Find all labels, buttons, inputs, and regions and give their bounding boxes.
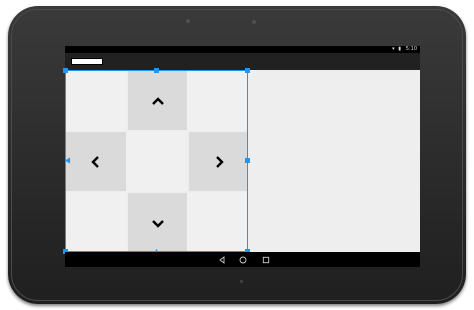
dpad-right-button[interactable] <box>189 132 248 191</box>
front-camera <box>252 20 256 24</box>
grid-cell <box>187 70 248 131</box>
recents-button[interactable] <box>260 254 271 265</box>
back-button[interactable] <box>216 254 227 265</box>
anchor-left-icon[interactable] <box>64 157 71 164</box>
resize-handle-top[interactable] <box>154 68 159 73</box>
navigation-bar <box>65 252 420 267</box>
recents-icon <box>262 256 269 263</box>
device-screen: ▾ ▮ 5:10 <box>63 46 420 267</box>
home-icon <box>239 256 246 263</box>
dpad-left-button[interactable] <box>65 132 126 191</box>
status-bar: ▾ ▮ 5:10 <box>65 46 420 53</box>
camera-dot <box>186 19 190 23</box>
status-icons: ▾ ▮ <box>392 46 402 52</box>
dpad-grid <box>65 70 248 253</box>
resize-handle-top-left[interactable] <box>63 68 68 73</box>
grid-cell <box>65 192 126 253</box>
back-icon <box>218 255 224 264</box>
chevron-down-icon <box>151 219 164 228</box>
action-bar <box>65 53 420 70</box>
chevron-up-icon <box>151 96 164 105</box>
grid-cell-center <box>126 131 187 192</box>
dpad-down-button[interactable] <box>128 193 187 252</box>
status-time: 5:10 <box>405 46 417 52</box>
tablet-frame: ▾ ▮ 5:10 <box>8 6 466 304</box>
chevron-left-icon <box>90 155 99 168</box>
grid-cell <box>187 192 248 253</box>
action-bar-title <box>71 58 103 65</box>
chevron-right-icon <box>215 155 224 168</box>
mic-dot <box>240 280 243 283</box>
resize-handle-right[interactable] <box>245 158 250 163</box>
dpad-up-button[interactable] <box>128 71 187 130</box>
resize-handle-top-right[interactable] <box>245 68 250 73</box>
layout-preview <box>63 68 420 254</box>
grid-cell <box>65 70 126 131</box>
home-button[interactable] <box>237 254 248 265</box>
